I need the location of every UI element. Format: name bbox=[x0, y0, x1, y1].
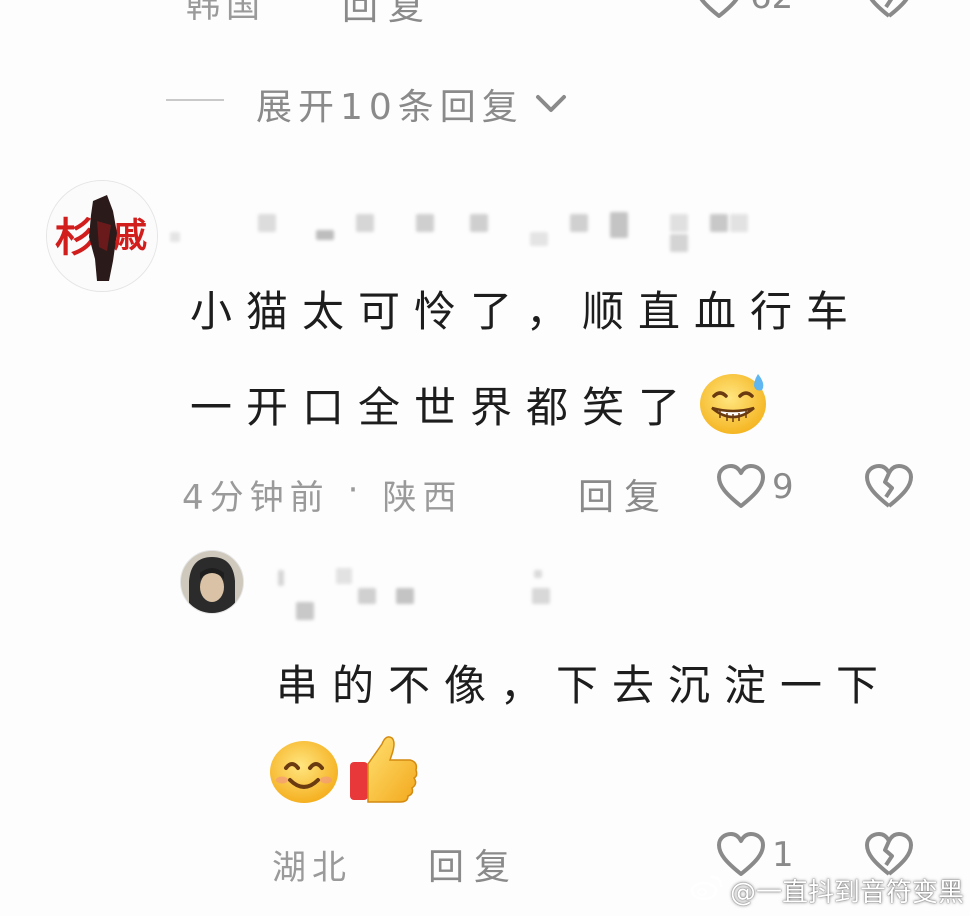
top-comment-region: 韩国 bbox=[186, 0, 266, 26]
comment-meta: 4分钟前 · 陕西 bbox=[182, 470, 462, 519]
like-count: 62 bbox=[750, 0, 793, 17]
reply-text-line-1: 串的不像，下去沉淀一下 bbox=[276, 661, 893, 710]
heart-icon bbox=[694, 0, 744, 20]
top-comment-reply-button[interactable]: 回复 bbox=[342, 0, 434, 30]
top-comment-like-button[interactable]: 62 bbox=[694, 0, 793, 20]
commenter-username-blurred[interactable] bbox=[170, 200, 770, 260]
watermark: @一直抖到音符变黑 bbox=[690, 872, 964, 909]
reply-reply-button[interactable]: 回复 bbox=[428, 838, 520, 890]
like-count: 9 bbox=[772, 467, 794, 507]
broken-heart-icon bbox=[864, 0, 914, 20]
like-count: 1 bbox=[772, 835, 794, 875]
top-comment-dislike-button[interactable] bbox=[864, 0, 914, 20]
reply-region: 湖北 bbox=[272, 848, 352, 888]
replier-avatar[interactable] bbox=[180, 550, 244, 614]
thumbs-up-emoji bbox=[346, 730, 422, 810]
comment-reply-button[interactable]: 回复 bbox=[578, 468, 670, 520]
smile-emoji bbox=[266, 736, 344, 810]
replier-username-blurred[interactable] bbox=[270, 560, 570, 630]
broken-heart-icon bbox=[864, 464, 914, 510]
meta-separator: · bbox=[347, 470, 365, 510]
comment-dislike-button[interactable] bbox=[864, 464, 914, 510]
commenter-avatar[interactable]: 杉 戚 bbox=[46, 180, 158, 292]
svg-text:杉: 杉 bbox=[55, 214, 95, 261]
chevron-down-icon bbox=[534, 84, 568, 125]
comment-text-line-1: 小猫太可怜了，顺直血行车 bbox=[190, 287, 863, 336]
svg-text:戚: 戚 bbox=[113, 216, 147, 256]
comment-region: 陕西 bbox=[382, 478, 463, 518]
comment-text-line-2-row: 一开口全世界都笑了 bbox=[190, 368, 770, 440]
expand-replies-button[interactable]: 展开10条回复 bbox=[256, 78, 568, 130]
comment-like-button[interactable]: 9 bbox=[716, 464, 794, 510]
reply-emoji-row bbox=[266, 730, 422, 810]
watermark-text: @一直抖到音符变黑 bbox=[730, 878, 965, 908]
heart-icon bbox=[716, 464, 766, 510]
expand-divider bbox=[166, 99, 224, 101]
comment-time: 4分钟前 bbox=[182, 478, 330, 518]
expand-replies-label: 展开10条回复 bbox=[256, 87, 524, 128]
comment-text-line-2: 一开口全世界都笑了 bbox=[190, 382, 695, 432]
grinning-sweat-emoji bbox=[696, 368, 770, 440]
weibo-logo-icon bbox=[690, 873, 724, 908]
